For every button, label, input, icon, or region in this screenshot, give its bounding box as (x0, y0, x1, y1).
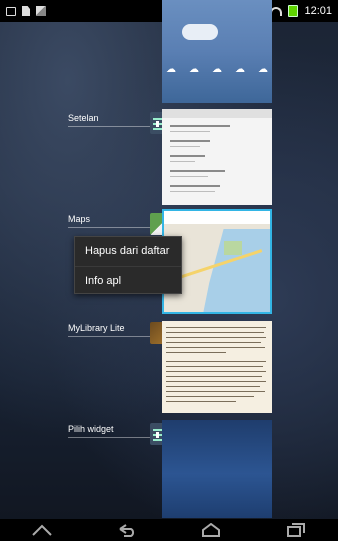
forecast-icon: ☁ (212, 64, 222, 75)
text-line (166, 361, 266, 362)
wifi-icon (270, 6, 283, 16)
clock: 12:01 (304, 5, 332, 17)
text-line (166, 376, 262, 377)
menu-item-remove-from-list[interactable]: Hapus dari daftar (75, 237, 181, 266)
text-line (166, 391, 265, 392)
maps-search-bar (164, 211, 270, 224)
maps-park (224, 241, 242, 255)
text-line (166, 396, 254, 397)
text-line (166, 401, 236, 402)
text-line (166, 371, 266, 372)
settings-row (170, 155, 205, 157)
text-line (166, 381, 266, 382)
context-menu: Hapus dari daftar Info apl (74, 236, 182, 294)
battery-icon (288, 5, 299, 17)
settings-row-sub (170, 161, 195, 162)
recents-icon[interactable] (31, 523, 53, 537)
settings-row-sub (170, 176, 208, 177)
recent-app-label-mylibrary[interactable]: MyLibrary Lite (68, 323, 125, 333)
text-line (166, 327, 266, 328)
divider (68, 336, 152, 337)
weather-cloud-icon (182, 24, 218, 40)
text-line (166, 342, 261, 343)
recent-card-settings[interactable] (162, 109, 272, 205)
divider (68, 227, 152, 228)
text-line (166, 347, 265, 348)
weather-forecast-row: ☁ ☁ ☁ ☁ ☁ (166, 64, 268, 75)
text-line (166, 332, 264, 333)
settings-row-sub (170, 131, 210, 132)
divider (68, 126, 152, 127)
recent-card-library[interactable] (162, 321, 272, 413)
forecast-icon: ☁ (235, 64, 245, 75)
settings-row-sub (170, 146, 200, 147)
text-line (166, 386, 260, 387)
forecast-icon: ☁ (166, 64, 176, 75)
settings-row (170, 185, 220, 187)
recent-card-weather[interactable]: ☁ ☁ ☁ ☁ ☁ (162, 0, 272, 103)
document-icon (22, 6, 30, 16)
settings-row (170, 170, 225, 172)
settings-card-header (162, 109, 272, 118)
settings-row (170, 140, 210, 142)
forecast-icon: ☁ (258, 64, 268, 75)
settings-row (170, 125, 230, 127)
divider (68, 437, 152, 438)
image-icon (36, 6, 46, 16)
tablet-icon (6, 6, 16, 16)
recent-app-label-setelan[interactable]: Setelan (68, 113, 99, 123)
menu-item-app-info[interactable]: Info apl (75, 266, 181, 295)
settings-row-sub (170, 191, 215, 192)
navigation-bar (0, 519, 338, 541)
text-line (166, 337, 266, 338)
recent-app-label-widget[interactable]: Pilih widget (68, 424, 114, 434)
overview-icon[interactable] (285, 523, 307, 537)
text-line (166, 352, 226, 353)
back-icon[interactable] (116, 523, 138, 537)
status-bar-left (6, 6, 46, 16)
home-icon[interactable] (200, 522, 222, 537)
recent-card-widget[interactable] (162, 420, 272, 518)
forecast-icon: ☁ (189, 64, 199, 75)
recent-app-label-maps[interactable]: Maps (68, 214, 90, 224)
text-line (166, 366, 263, 367)
